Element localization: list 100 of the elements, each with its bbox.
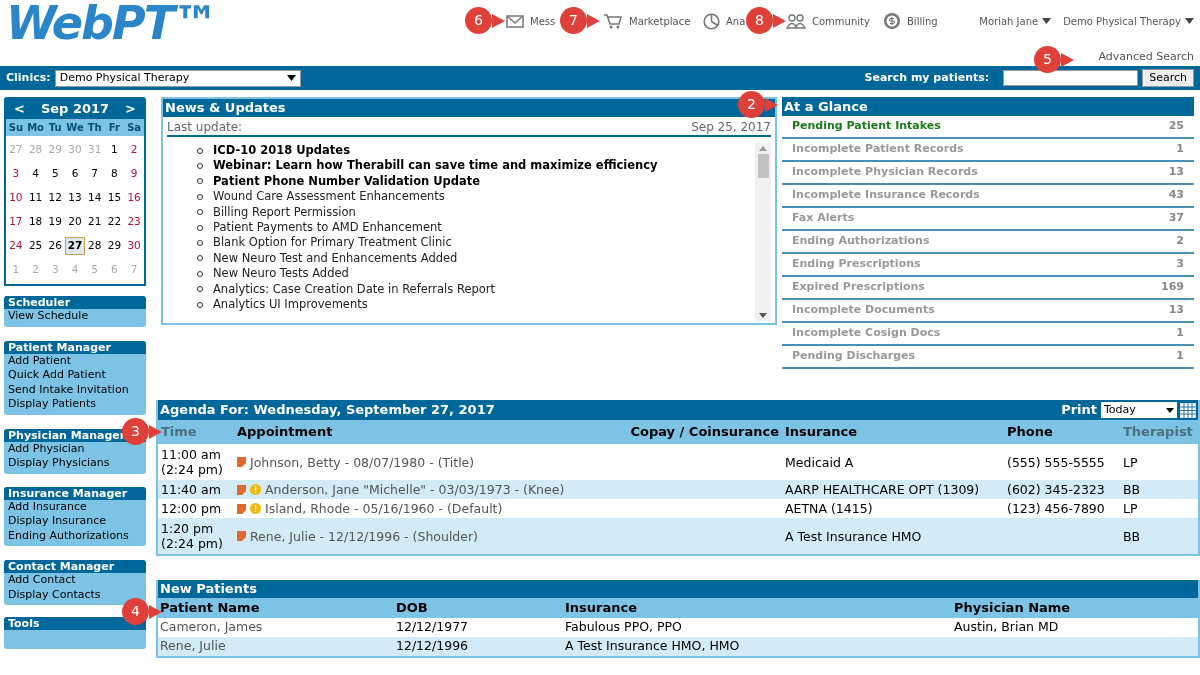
calendar-day[interactable]: 4 (32, 166, 39, 182)
sidebar-link[interactable]: Add Physician (8, 441, 85, 455)
calendar-day[interactable]: 9 (130, 166, 138, 182)
column-header[interactable]: Insurance (785, 422, 1007, 442)
patient-link[interactable]: Rene, Julie (160, 637, 396, 656)
envelope-icon (506, 14, 524, 28)
scroll-up-icon (759, 146, 767, 151)
nav-link[interactable]: Community (812, 13, 870, 29)
glance-link[interactable]: Pending Patient Intakes (792, 118, 941, 135)
note-icon (237, 531, 246, 541)
calendar-day[interactable]: 27 (64, 237, 86, 255)
column-header[interactable]: Appointment (237, 422, 617, 442)
table-cell-text: 12/12/1977 (396, 618, 470, 637)
advanced-search-link[interactable]: Advanced Search (1098, 48, 1194, 65)
calendar-day[interactable]: 15 (107, 190, 122, 206)
news-link[interactable]: Wound Care Assessment Enhancements (213, 188, 445, 206)
sidebar-link[interactable]: Send Intake Invitation (8, 382, 129, 396)
nav-link[interactable]: Mess (530, 13, 556, 29)
appointment-link[interactable]: Island, Rhode - 05/16/1960 - (Default) (265, 501, 503, 516)
news-link[interactable]: ICD-10 2018 Updates (213, 142, 350, 160)
clinic-select[interactable]: Demo Physical Therapy (54, 69, 301, 87)
calendar-day[interactable]: 28 (88, 238, 102, 254)
callout-pointer-icon (587, 13, 600, 28)
logo[interactable]: WebPT™ (6, 0, 217, 50)
sidebar-link[interactable]: Ending Authorizations (8, 528, 129, 542)
calendar-day[interactable]: 18 (28, 214, 43, 230)
news-link[interactable]: Patient Payments to AMD Enhancement (213, 219, 442, 237)
sidebar-link[interactable]: Display Contacts (8, 587, 101, 601)
patient-link[interactable]: Cameron, James (160, 618, 396, 637)
column-header[interactable]: Physician Name (954, 598, 1198, 618)
note-icon (237, 457, 246, 467)
calendar-day[interactable]: 13 (68, 190, 82, 206)
table-cell-text: AARP HEALTHCARE OPT (1309) (785, 482, 981, 497)
panel-title: Insurance Manager (8, 486, 128, 500)
alert-icon (250, 484, 261, 495)
calendar-day[interactable]: 10 (9, 190, 23, 206)
calendar-day[interactable]: 17 (9, 214, 23, 230)
scrollbar-thumb[interactable] (757, 154, 769, 178)
news-link[interactable]: Webinar: Learn how Therabill can save time and maximize efficiency (213, 157, 658, 175)
search-field[interactable] (1003, 70, 1139, 86)
nav-link[interactable]: Billing (907, 13, 938, 29)
calendar-day[interactable]: 1 (111, 142, 118, 158)
nav-link[interactable]: Marketplace (629, 13, 691, 29)
calendar-day[interactable]: 21 (88, 214, 102, 230)
calendar-day[interactable]: 11 (28, 190, 43, 206)
calendar-day[interactable]: 14 (88, 190, 102, 206)
note-icon (237, 503, 246, 514)
calendar-day[interactable]: 29 (107, 238, 122, 254)
news-link[interactable]: Blank Option for Primary Treatment Clinic (213, 234, 452, 252)
news-link[interactable]: Analytics: Case Creation Date in Referrals Report (213, 280, 496, 298)
sidebar-link[interactable]: View Schedule (8, 309, 89, 322)
caret-icon (1166, 407, 1174, 413)
user-menu[interactable]: Demo Physical Therapy (1063, 13, 1194, 29)
scrollbar[interactable] (755, 143, 771, 321)
news-link[interactable]: Analytics UI Improvements (213, 296, 368, 314)
appointment-link[interactable]: Anderson, Jane "Michelle" - 03/03/1973 - (Knee) (265, 482, 565, 497)
calendar-day[interactable]: 5 (51, 166, 59, 182)
calendar-day[interactable]: 7 (91, 166, 99, 182)
callout-pointer-icon (765, 97, 778, 112)
calendar-day[interactable]: 25 (28, 238, 43, 254)
appointment-link[interactable]: Rene, Julie - 12/12/1996 - (Shoulder) (250, 528, 478, 544)
calendar-day[interactable]: 6 (71, 166, 79, 182)
calendar-day[interactable]: 3 (12, 166, 20, 182)
appointment-link[interactable]: Johnson, Betty - 08/07/1980 - (Title) (250, 454, 475, 470)
user-menu[interactable]: Moriah Jane (979, 13, 1052, 29)
sidebar-link[interactable]: Add Patient (8, 353, 72, 367)
nav-link[interactable]: Ana (726, 13, 746, 29)
next-month-button[interactable]: > (125, 99, 136, 119)
sidebar-link[interactable]: Display Patients (8, 397, 97, 410)
time-cell-text: 12:00 pm (161, 501, 223, 516)
search-button[interactable]: Search (1142, 69, 1194, 87)
calendar-day[interactable]: 12 (48, 190, 62, 206)
calendar-day[interactable]: 26 (48, 238, 62, 254)
sidebar-link[interactable]: Add Contact (8, 573, 76, 586)
news-link[interactable]: Patient Phone Number Validation Update (213, 172, 481, 191)
panel-title: At a Glance (784, 97, 868, 116)
column-header[interactable]: Phone (1007, 422, 1123, 442)
calendar-day[interactable]: 24 (9, 238, 23, 254)
column-header[interactable]: Insurance (565, 598, 954, 618)
calendar-day[interactable]: 8 (111, 166, 118, 182)
sidebar-link[interactable]: Display Insurance (8, 514, 106, 527)
calendar-day[interactable]: 20 (68, 214, 82, 230)
news-link[interactable]: Billing Report Permission (213, 203, 356, 221)
column-header[interactable]: Patient Name (160, 598, 396, 618)
range-select[interactable]: Today (1101, 402, 1177, 418)
news-link[interactable]: New Neuro Tests Added (213, 265, 349, 283)
calendar-day[interactable]: 16 (127, 190, 141, 206)
calendar-day[interactable]: 23 (127, 214, 141, 230)
column-header[interactable]: Copay / Coinsurance (617, 422, 785, 442)
calendar-day[interactable]: 30 (127, 238, 141, 254)
sidebar-link[interactable]: Display Physicians (8, 456, 110, 469)
calendar-day[interactable]: 19 (48, 214, 62, 230)
calendar-day[interactable]: 2 (130, 142, 138, 158)
previous-month-button[interactable]: < (14, 99, 25, 119)
news-link[interactable]: New Neuro Test and Enhancements Added (213, 249, 458, 268)
sidebar-link[interactable]: Add Insurance (8, 499, 87, 513)
calendar-day[interactable]: 22 (107, 214, 122, 230)
sidebar-link[interactable]: Quick Add Patient (8, 368, 106, 381)
caret-icon (1185, 18, 1194, 24)
column-header[interactable]: DOB (396, 598, 565, 618)
